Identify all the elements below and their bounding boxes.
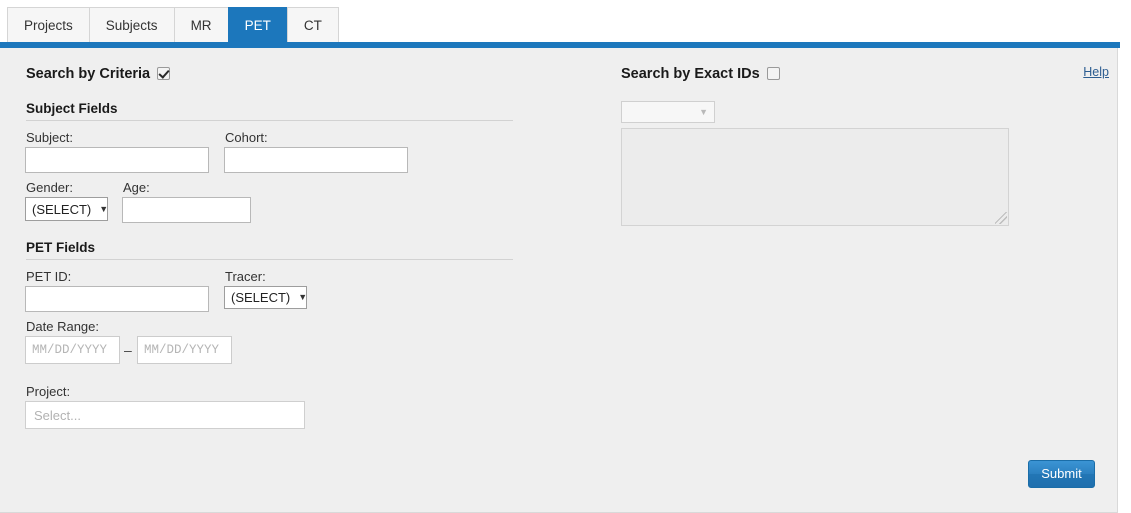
tab-bar: Projects Subjects MR PET CT — [0, 0, 1131, 48]
tab-pet[interactable]: PET — [227, 7, 287, 42]
pet-fields-section: PET Fields — [26, 240, 513, 260]
pet-id-label: PET ID: — [26, 269, 72, 284]
chevron-down-icon: ▼ — [298, 292, 308, 302]
help-link[interactable]: Help — [1083, 65, 1109, 79]
submit-button[interactable]: Submit — [1028, 460, 1095, 488]
resize-handle-icon[interactable] — [995, 212, 1007, 224]
project-label: Project: — [26, 384, 71, 399]
project-select[interactable]: Select... — [25, 401, 305, 429]
tracer-select[interactable]: (SELECT) ▼ — [224, 286, 307, 309]
age-label: Age: — [123, 180, 150, 195]
subject-label: Subject: — [26, 130, 73, 145]
tab-mr[interactable]: MR — [173, 7, 228, 42]
search-by-criteria-label: Search by Criteria — [26, 66, 151, 82]
tab-strip: Projects Subjects MR PET CT — [7, 7, 339, 42]
cohort-input[interactable] — [224, 147, 408, 173]
chevron-down-icon: ▼ — [99, 203, 109, 214]
search-by-criteria-heading: Search by Criteria — [26, 66, 171, 82]
tab-projects[interactable]: Projects — [7, 7, 89, 42]
date-to-input[interactable] — [137, 336, 232, 364]
pet-id-input[interactable] — [25, 286, 209, 312]
search-by-exact-ids-checkbox[interactable] — [766, 67, 780, 80]
age-input[interactable] — [122, 197, 251, 223]
exact-ids-type-select[interactable]: ▼ — [621, 101, 715, 123]
tab-ct[interactable]: CT — [286, 7, 339, 42]
search-by-exact-ids-heading: Search by Exact IDs — [621, 66, 780, 82]
gender-select-value: (SELECT) — [32, 201, 92, 217]
cohort-label: Cohort: — [225, 130, 268, 145]
gender-select[interactable]: (SELECT) ▼ — [25, 197, 108, 221]
subject-fields-title: Subject Fields — [26, 101, 513, 121]
project-select-placeholder: Select... — [34, 407, 81, 423]
chevron-down-icon: ▼ — [699, 106, 708, 117]
gender-label: Gender: — [26, 180, 73, 195]
tracer-select-value: (SELECT) — [231, 290, 291, 305]
pet-fields-title: PET Fields — [26, 240, 513, 260]
subject-input[interactable] — [25, 147, 209, 173]
date-range-separator: – — [124, 342, 132, 358]
date-range-label: Date Range: — [26, 319, 99, 334]
date-from-input[interactable] — [25, 336, 120, 364]
subject-fields-section: Subject Fields — [26, 101, 513, 121]
search-by-criteria-checkbox[interactable] — [157, 67, 171, 80]
tracer-label: Tracer: — [225, 269, 266, 284]
tab-subjects[interactable]: Subjects — [88, 7, 174, 42]
search-by-exact-ids-label: Search by Exact IDs — [621, 66, 760, 82]
exact-ids-textarea[interactable] — [621, 128, 1009, 226]
